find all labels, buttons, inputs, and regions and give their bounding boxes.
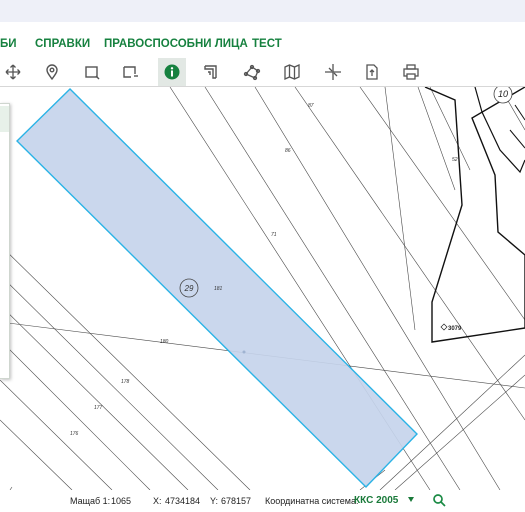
parcel-label-87: 87 — [308, 103, 314, 109]
map-icon — [284, 63, 300, 81]
x-label: X: — [153, 496, 162, 506]
export-button[interactable] — [358, 58, 386, 86]
export-icon — [366, 64, 378, 80]
marker-dot — [242, 350, 246, 354]
pan-tool-button[interactable] — [0, 58, 27, 86]
crs-select[interactable]: ККС 2005 — [354, 495, 398, 506]
building-outline — [424, 87, 525, 343]
coordinates-button[interactable] — [319, 58, 347, 86]
menu-item-test[interactable]: ТЕСТ — [252, 38, 282, 50]
parcel-label-3079: 3079 — [448, 326, 462, 332]
block-badge: 10 — [498, 89, 508, 99]
cadastral-map-canvas[interactable]: 29 10 87 86 71 52 181 180 178 177 176 30… — [0, 87, 525, 490]
select-area-icon — [123, 66, 138, 78]
status-bar: Мащаб 1: 1065 X: 4734184 Y: 678157 Коорд… — [0, 490, 525, 512]
parcel-label-176: 176 — [70, 431, 79, 437]
parcel-label-181: 181 — [214, 286, 223, 292]
menu-item-pravosposobni-lica[interactable]: ПРАВОСПОСОБНИ ЛИЦА — [104, 38, 248, 50]
side-panel-tab[interactable] — [0, 106, 9, 132]
print-icon — [403, 64, 419, 80]
chevron-down-icon[interactable] — [408, 497, 414, 502]
map-layers-button[interactable] — [278, 58, 306, 86]
side-panel-collapsed[interactable] — [0, 103, 10, 379]
map-view[interactable]: 29 10 87 86 71 52 181 180 178 177 176 30… — [0, 87, 525, 490]
measure-area-button[interactable] — [197, 58, 225, 86]
draw-polygon-button[interactable] — [238, 58, 266, 86]
pan-icon — [5, 64, 21, 80]
location-tool-button[interactable] — [38, 58, 66, 86]
y-value: 678157 — [221, 496, 252, 506]
parcel-label-177: 177 — [94, 405, 103, 411]
scale-value: 1065 — [111, 496, 132, 506]
y-label: Y: — [210, 496, 219, 506]
parcel-number: 29 — [184, 284, 194, 293]
top-strip — [0, 0, 525, 22]
search-icon — [433, 494, 446, 507]
scale-label: Мащаб 1: — [70, 496, 111, 506]
parcel-label-180: 180 — [160, 339, 169, 345]
parcel-label-71: 71 — [271, 232, 277, 238]
select-area-button[interactable] — [116, 58, 144, 86]
location-pin-icon — [46, 64, 58, 81]
zoom-search-button[interactable] — [432, 493, 446, 509]
menu-item-spravki[interactable]: СПРАВКИ — [35, 38, 90, 50]
print-button[interactable] — [397, 58, 425, 86]
draw-polygon-icon — [243, 64, 261, 81]
map-toolbar — [0, 58, 525, 87]
parcel-label-86: 86 — [285, 148, 291, 154]
point-marker-icon — [440, 323, 448, 331]
select-rectangle-icon — [85, 66, 100, 80]
measure-area-icon — [204, 65, 217, 79]
coordinates-icon — [325, 64, 341, 80]
select-rectangle-button[interactable] — [78, 58, 106, 86]
info-tool-button[interactable] — [158, 58, 186, 86]
crs-label: Координатна система: — [265, 496, 359, 506]
parcel-label-52: 52 — [452, 157, 458, 163]
parcel-label-178: 178 — [121, 379, 130, 385]
menu-item-bi[interactable]: БИ — [0, 38, 17, 50]
info-icon — [164, 64, 180, 80]
x-value: 4734184 — [165, 496, 201, 506]
main-menu: БИ СПРАВКИ ПРАВОСПОСОБНИ ЛИЦА ТЕСТ — [0, 22, 525, 59]
